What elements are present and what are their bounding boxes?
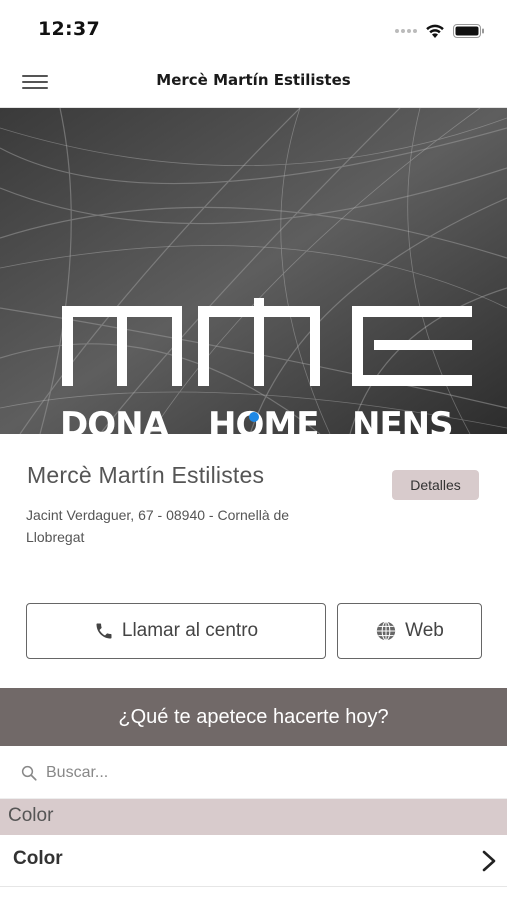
wifi-icon <box>426 24 444 38</box>
phone-icon <box>96 623 112 639</box>
call-button-label: Llamar al centro <box>121 620 259 641</box>
banner-image[interactable]: DONA HOME NENS <box>0 108 507 434</box>
section-title: Color <box>8 805 54 826</box>
details-button[interactable]: Detalles <box>392 470 479 500</box>
salon-name: Mercè Martín Estilistes <box>27 462 265 488</box>
question-text: ¿Qué te apetece hacerte hoy? <box>118 705 389 728</box>
globe-icon <box>376 621 396 641</box>
web-button[interactable]: Web <box>337 603 482 659</box>
signal-icon <box>395 29 417 33</box>
banner-subtitle-nens: NENS <box>352 405 454 434</box>
status-icons <box>395 22 485 40</box>
status-bar: 12:37 <box>0 0 507 60</box>
battery-icon <box>453 24 484 38</box>
mme-logo <box>62 298 472 386</box>
search-input[interactable] <box>46 758 486 788</box>
question-banner: ¿Qué te apetece hacerte hoy? <box>0 688 507 746</box>
nav-bar: Mercè Martín Estilistes <box>0 60 507 108</box>
search-icon <box>21 765 37 781</box>
page-title: Mercè Martín Estilistes <box>156 71 351 89</box>
status-time: 12:37 <box>38 18 100 40</box>
banner-subtitle-home: HOME <box>208 405 319 434</box>
page-indicator-dot[interactable] <box>249 412 259 422</box>
salon-address: Jacint Verdaguer, 67 - 08940 - Cornellà … <box>26 507 290 545</box>
list-item-color[interactable]: Color <box>0 835 507 887</box>
salon-info: Mercè Martín Estilistes Detalles Jacint … <box>0 434 507 688</box>
search-bar <box>0 746 507 799</box>
web-button-label: Web <box>405 620 444 641</box>
list-item-label: Color <box>13 848 63 869</box>
call-center-button[interactable]: Llamar al centro <box>26 603 326 659</box>
chevron-right-icon <box>482 850 496 872</box>
banner-subtitle-dona: DONA <box>60 405 169 434</box>
section-header-color: Color <box>0 799 507 835</box>
